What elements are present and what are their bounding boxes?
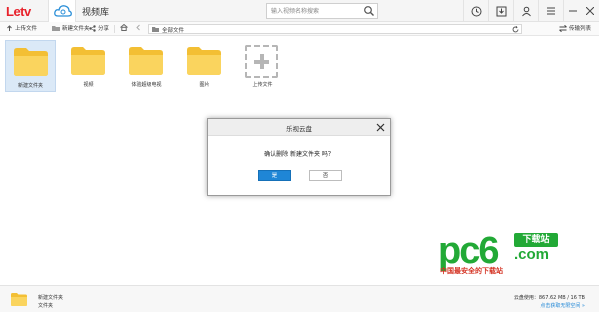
dialog-title: 乐视云盘	[286, 125, 312, 133]
letv-logo: Letv	[6, 4, 31, 19]
upload-icon	[7, 24, 12, 31]
folder-icon	[129, 47, 163, 75]
minimize-icon	[568, 10, 577, 12]
watermark-logo: pc6	[438, 230, 500, 272]
new-folder-button[interactable]: 新建文件夹	[52, 24, 90, 32]
user-icon	[521, 6, 531, 16]
download-button[interactable]	[488, 0, 513, 22]
selected-item-name: 新建文件夹	[38, 295, 64, 301]
search-icon[interactable]	[363, 5, 375, 17]
dialog-header: 乐视云盘	[208, 119, 390, 136]
upload-tile-label: 上传文件	[252, 82, 273, 88]
file-item-new-folder[interactable]: 新建文件夹	[5, 40, 56, 92]
cloud-icon	[54, 5, 72, 17]
pc6-watermark: pc6 下载站 .com 中国最安全的下载站	[438, 232, 568, 276]
upload-label: 上传文件	[15, 26, 38, 32]
breadcrumb[interactable]: 全部文件	[148, 24, 522, 34]
download-tray-icon	[496, 6, 506, 16]
toolbar-divider	[114, 25, 115, 33]
watermark-badge: 下载站	[514, 233, 558, 247]
home-icon	[120, 24, 128, 31]
new-folder-icon	[52, 26, 60, 31]
selected-item-type: 文件夹	[38, 303, 54, 309]
close-icon[interactable]	[376, 123, 385, 132]
plus-icon	[245, 45, 278, 78]
minimize-button[interactable]	[563, 0, 581, 22]
close-icon	[586, 7, 594, 15]
file-item-super-tv[interactable]: 体验超级电视	[121, 40, 172, 92]
folder-icon	[187, 47, 221, 75]
status-bar: 新建文件夹 文件夹 云盘使用：867.62 MB / 16 TB 点击获取无限空…	[0, 285, 599, 312]
confirm-yes-button[interactable]: 是	[258, 170, 291, 181]
new-folder-label: 新建文件夹	[62, 26, 90, 32]
search-input[interactable]	[267, 4, 361, 18]
folder-icon	[11, 293, 27, 306]
watermark-domain: .com	[514, 246, 550, 263]
share-button[interactable]: 分享	[89, 24, 109, 32]
file-name: 视频	[83, 82, 94, 88]
menu-button[interactable]	[538, 0, 563, 22]
user-button[interactable]	[513, 0, 538, 22]
back-button[interactable]	[135, 24, 142, 31]
transfer-list-label: 传输列表	[568, 26, 591, 32]
get-more-space-link[interactable]: 点击获取无限空间 »	[540, 302, 585, 309]
file-item-videos[interactable]: 视频	[63, 40, 114, 92]
upload-file-tile[interactable]: 上传文件	[237, 40, 288, 92]
search-box	[266, 3, 378, 19]
breadcrumb-label: 全部文件	[162, 28, 185, 34]
cloud-tab[interactable]	[48, 0, 76, 22]
file-name: 新建文件夹	[17, 83, 43, 89]
file-name: 体验超级电视	[131, 82, 162, 88]
tab-video-library[interactable]: 视频库	[82, 5, 109, 18]
watermark-slogan: 中国最安全的下载站	[440, 267, 503, 275]
upload-button[interactable]: 上传文件	[6, 24, 37, 32]
confirm-delete-dialog: 乐视云盘 确认删除 新建文件夹 吗？ 是 否	[207, 118, 391, 196]
folder-icon	[71, 47, 105, 75]
folder-icon	[14, 48, 48, 76]
refresh-icon[interactable]	[512, 26, 519, 33]
file-toolbar: 上传文件 新建文件夹 分享 全部文件 传输列表	[0, 22, 599, 36]
transfer-icon	[559, 24, 567, 32]
share-icon	[89, 24, 96, 32]
file-name: 图片	[199, 82, 210, 88]
confirm-no-button[interactable]: 否	[309, 170, 342, 181]
menu-icon	[547, 7, 555, 15]
dialog-message: 确认删除 新建文件夹 吗？	[264, 151, 334, 158]
share-label: 分享	[98, 26, 110, 32]
folder-icon	[152, 27, 159, 32]
history-button[interactable]	[463, 0, 488, 22]
clock-icon	[471, 6, 481, 16]
title-bar-actions	[463, 0, 599, 22]
storage-usage: 云盘使用：867.62 MB / 16 TB	[513, 295, 585, 301]
home-button[interactable]	[120, 24, 128, 31]
arrow-left-icon	[136, 24, 140, 31]
title-bar: Letv 视频库	[0, 0, 599, 22]
transfer-list-button[interactable]: 传输列表	[559, 24, 591, 32]
file-item-pictures[interactable]: 图片	[179, 40, 230, 92]
close-window-button[interactable]	[581, 0, 599, 22]
